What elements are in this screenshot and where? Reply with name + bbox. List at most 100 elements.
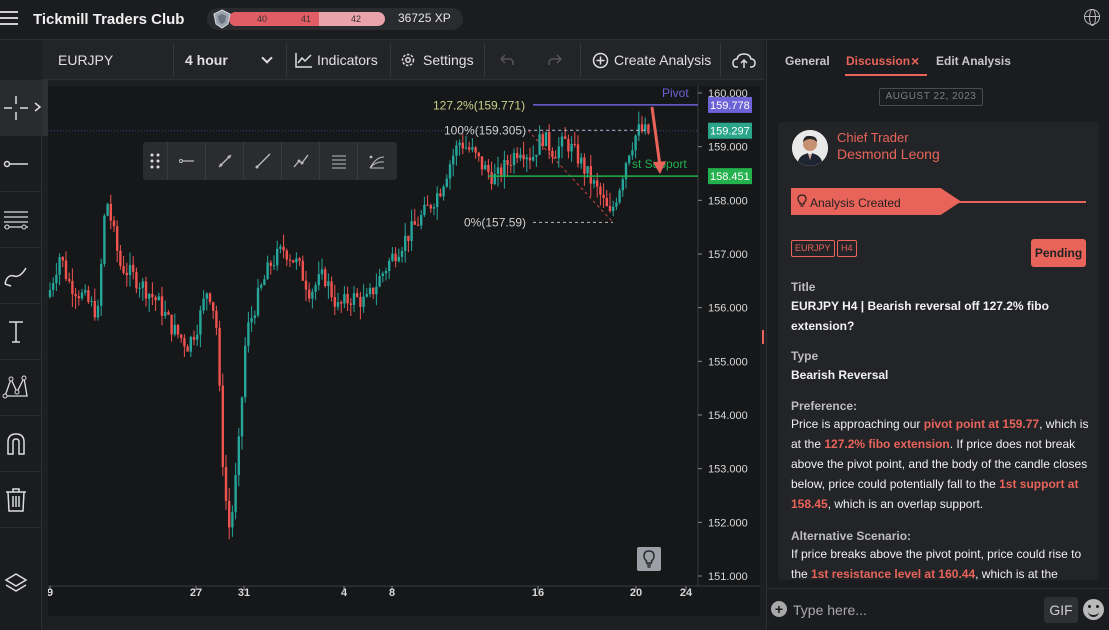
- draw-trendline-button[interactable]: [205, 142, 243, 180]
- candle-body: [592, 180, 596, 184]
- cloud-upload-icon[interactable]: [732, 52, 756, 69]
- price-axis: [698, 86, 760, 616]
- drag-handle[interactable]: [143, 142, 167, 180]
- ray-icon: [255, 153, 271, 169]
- create-analysis-button[interactable]: Create Analysis: [614, 40, 711, 80]
- candle-body: [122, 266, 125, 273]
- gif-button[interactable]: GIF: [1044, 597, 1078, 623]
- xp-level-next: 41: [300, 14, 311, 24]
- xp-level-current: 40: [256, 14, 267, 24]
- language-globe-icon[interactable]: [1084, 9, 1100, 26]
- tool-pattern[interactable]: [0, 360, 42, 416]
- tool-magnet[interactable]: [0, 416, 42, 472]
- add-circle-icon[interactable]: [592, 52, 609, 69]
- candle-body: [631, 150, 634, 156]
- avatar[interactable]: [792, 130, 828, 166]
- add-attachment-icon[interactable]: +: [771, 601, 787, 617]
- interval-selector[interactable]: 4 hour: [185, 40, 228, 80]
- candle-body: [365, 294, 368, 297]
- candle-body: [420, 215, 423, 226]
- candle-body: [391, 253, 394, 261]
- author-name[interactable]: Desmond Leong: [837, 146, 940, 162]
- indicators-button[interactable]: Indicators: [317, 40, 378, 80]
- candle-body: [58, 257, 61, 275]
- candle-body: [503, 159, 506, 177]
- lightbulb-icon[interactable]: [637, 547, 661, 571]
- redo-icon[interactable]: [548, 54, 562, 66]
- timeframe-tag: H4: [837, 240, 857, 257]
- candle-body: [448, 164, 452, 179]
- settings-button[interactable]: Settings: [423, 40, 474, 80]
- chevron-down-icon[interactable]: [261, 52, 273, 64]
- candle-body: [372, 287, 375, 295]
- undo-icon[interactable]: [500, 54, 514, 66]
- draw-ray-button[interactable]: [243, 142, 281, 180]
- tool-delete[interactable]: [0, 472, 42, 528]
- comment-input[interactable]: [793, 599, 1033, 621]
- candle-body: [512, 153, 516, 166]
- candle-body: [170, 314, 173, 335]
- candle-body: [234, 475, 237, 513]
- menu-icon[interactable]: [0, 11, 18, 27]
- candle-body: [247, 322, 250, 346]
- candle-body: [186, 346, 189, 352]
- candle-body: [77, 296, 80, 299]
- candle-body: [576, 144, 580, 164]
- candle-body: [352, 293, 356, 305]
- tab-general[interactable]: General: [785, 54, 830, 68]
- indicators-icon[interactable]: [295, 52, 313, 68]
- draw-channel-button[interactable]: [319, 142, 357, 180]
- candle-body: [458, 142, 461, 146]
- candle-body: [605, 197, 608, 207]
- text-icon: [9, 321, 23, 343]
- draw-path-button[interactable]: [281, 142, 319, 180]
- symbol-selector[interactable]: EURJPY: [58, 40, 113, 80]
- settings-gear-icon[interactable]: [400, 52, 416, 68]
- y-tick-label: 158.000: [708, 195, 748, 207]
- date-divider: AUGUST 22, 2023: [879, 88, 983, 106]
- tool-layers[interactable]: [0, 556, 42, 612]
- candle-body: [525, 157, 528, 160]
- candle-body: [132, 264, 135, 272]
- magnet-icon: [7, 433, 25, 455]
- resistance-highlight: 1st resistance level at 160.44: [811, 567, 976, 580]
- candle-body: [106, 203, 109, 216]
- tool-brush[interactable]: [0, 248, 42, 304]
- tab-edit-analysis[interactable]: Edit Analysis: [936, 54, 1011, 68]
- tool-text[interactable]: [0, 304, 42, 360]
- preference-text-4: , which is an overlap support.: [827, 497, 984, 511]
- candle-body: [192, 336, 196, 340]
- tab-discussion[interactable]: Discussion: [846, 54, 910, 68]
- emoji-icon[interactable]: [1083, 599, 1104, 620]
- fib-100-label: 100%(159.305): [444, 123, 526, 137]
- candle-body: [317, 274, 320, 286]
- close-tab-icon[interactable]: ×: [911, 53, 919, 69]
- fib-fan-icon: [369, 155, 385, 169]
- candle-body: [61, 257, 64, 261]
- draw-fib-button[interactable]: [357, 142, 395, 180]
- x-tick-label: 9: [48, 587, 53, 599]
- draw-horizontal-line-button[interactable]: [167, 142, 205, 180]
- grip-icon: [150, 153, 160, 169]
- candle-body: [583, 157, 586, 174]
- candle-body: [471, 147, 474, 150]
- tool-horizontal-ray[interactable]: [0, 136, 42, 192]
- tool-parallel-lines[interactable]: [0, 192, 42, 248]
- candle-body: [272, 265, 276, 267]
- chevron-right-icon: [34, 102, 42, 112]
- candle-body: [432, 207, 436, 209]
- candle-body: [346, 294, 349, 304]
- candle-body: [519, 154, 522, 159]
- candle-body: [135, 271, 138, 289]
- candle-body: [218, 327, 221, 386]
- candle-body: [608, 206, 612, 212]
- y-tick-label: 153.000: [708, 464, 748, 476]
- analysis-panel: General Discussion × Edit Analysis AUGUS…: [766, 40, 1109, 630]
- candle-body: [333, 297, 336, 307]
- candle-body: [154, 297, 157, 301]
- candle-body: [301, 260, 304, 281]
- candle-body: [128, 264, 132, 276]
- chart-toolbar: EURJPY 4 hour Indicators Settings Create…: [42, 40, 764, 80]
- candle-body: [64, 260, 68, 280]
- candle-body: [340, 302, 343, 304]
